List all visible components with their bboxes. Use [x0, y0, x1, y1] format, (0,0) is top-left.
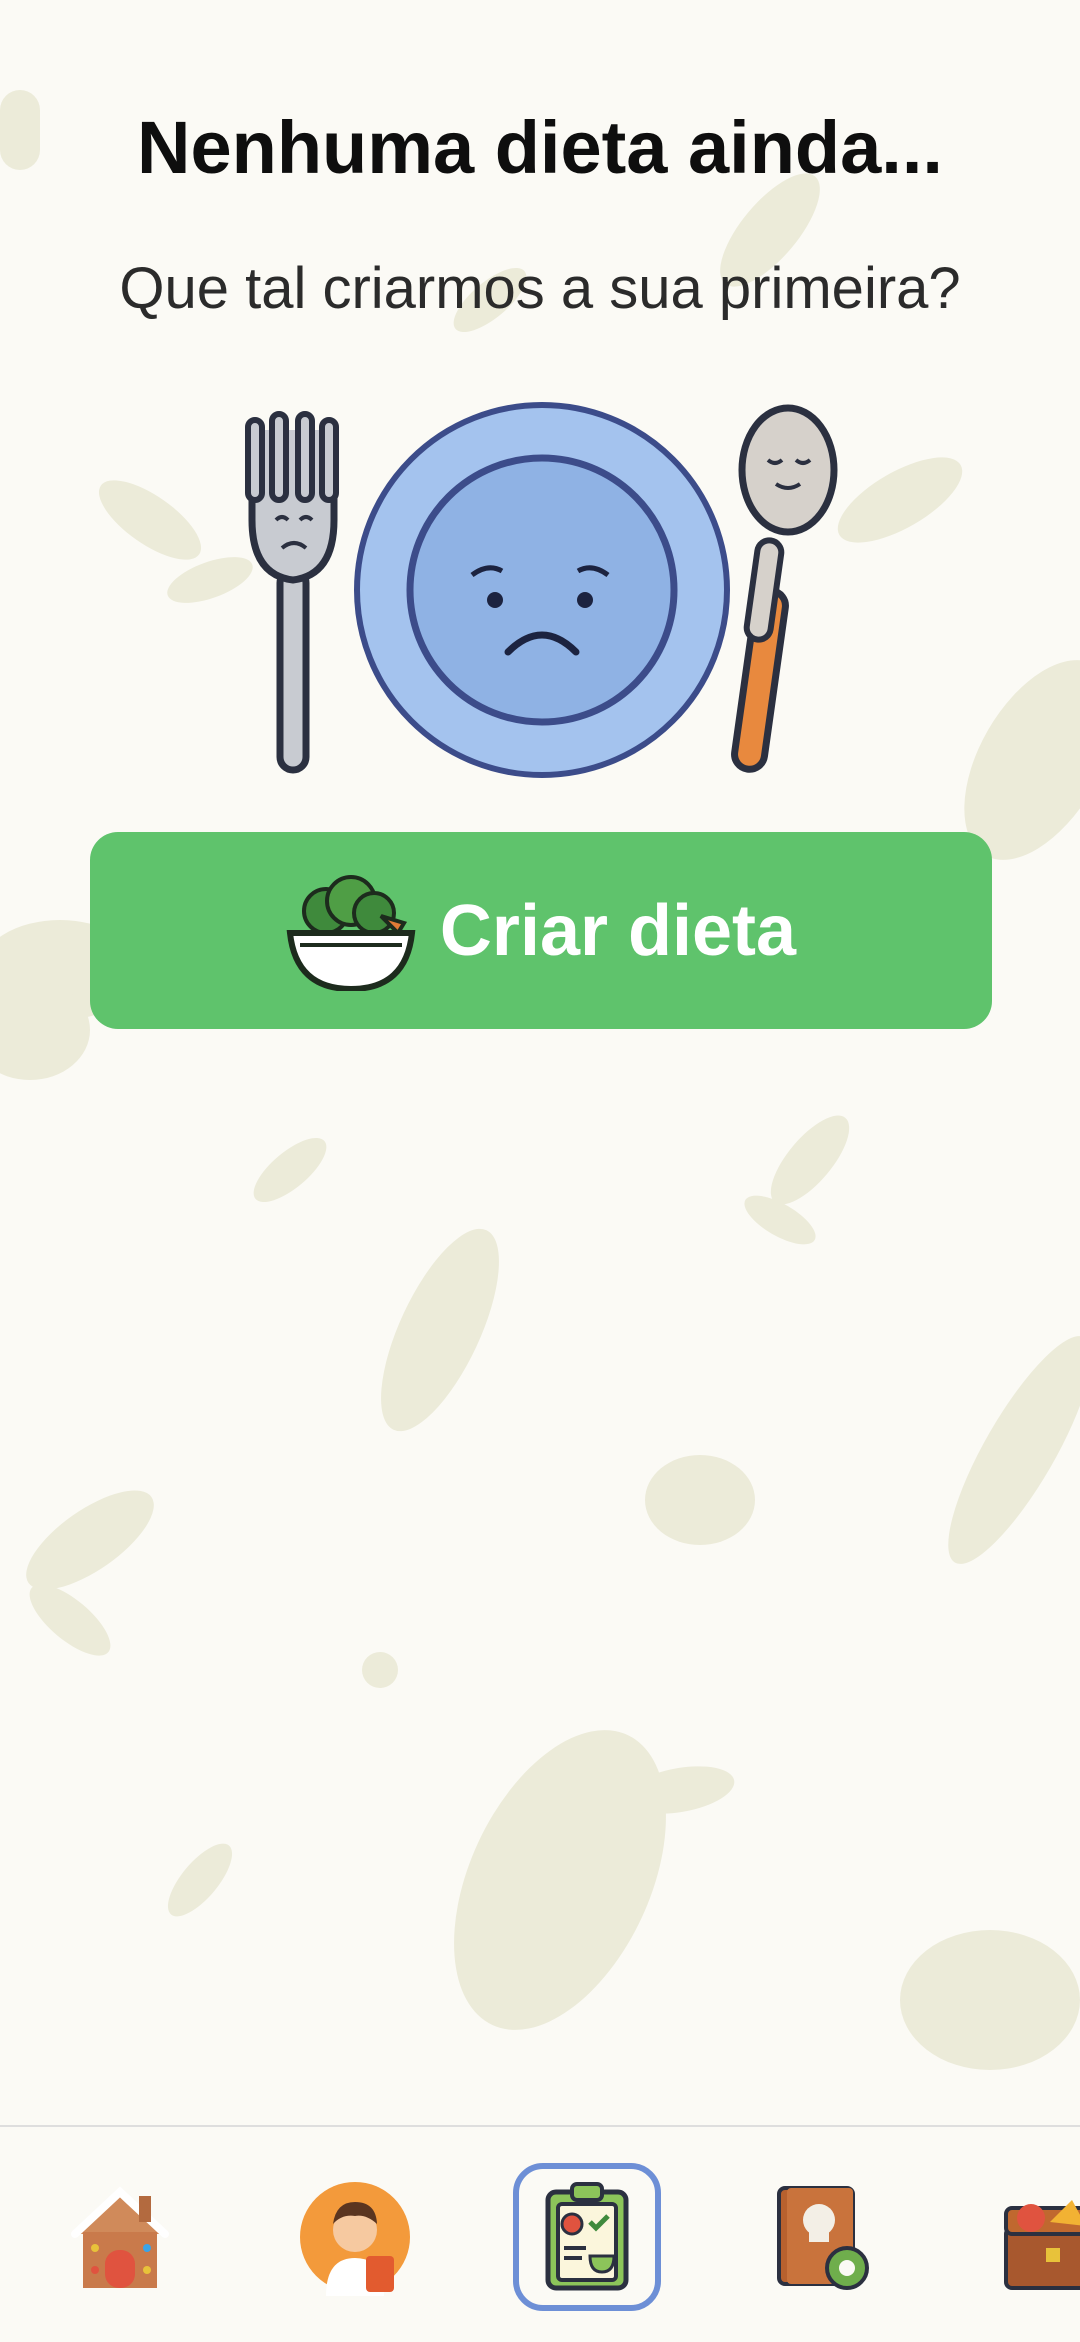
- chef-avatar-icon: [300, 2182, 410, 2296]
- sad-spoon-icon: [731, 404, 838, 773]
- gingerbread-house-icon: [71, 2186, 169, 2288]
- background-pattern: [0, 90, 1080, 2070]
- sad-plate-icon: [354, 402, 730, 778]
- recipe-book-gear-icon: [777, 2186, 869, 2290]
- salad-bowl-icon: [286, 874, 416, 991]
- nav-home[interactable]: [50, 2167, 190, 2307]
- sad-fork-icon: [245, 411, 339, 774]
- nav-profile[interactable]: [285, 2167, 425, 2307]
- nav-diet[interactable]: [513, 2163, 661, 2311]
- create-diet-label: Criar dieta: [439, 890, 797, 971]
- food-chest-icon: [1004, 2200, 1080, 2290]
- nav-recipes[interactable]: [750, 2167, 890, 2307]
- empty-state-subtitle: Que tal criarmos a sua primeira?: [119, 256, 961, 321]
- create-diet-button[interactable]: Criar dieta: [90, 832, 992, 1029]
- empty-state-title: Nenhuma dieta ainda...: [137, 106, 943, 189]
- sad-plate-illustration: [245, 402, 838, 778]
- diet-clipboard-icon: [545, 2182, 629, 2291]
- bottom-nav-bar: [0, 2125, 1080, 2342]
- nav-pantry[interactable]: [975, 2167, 1080, 2307]
